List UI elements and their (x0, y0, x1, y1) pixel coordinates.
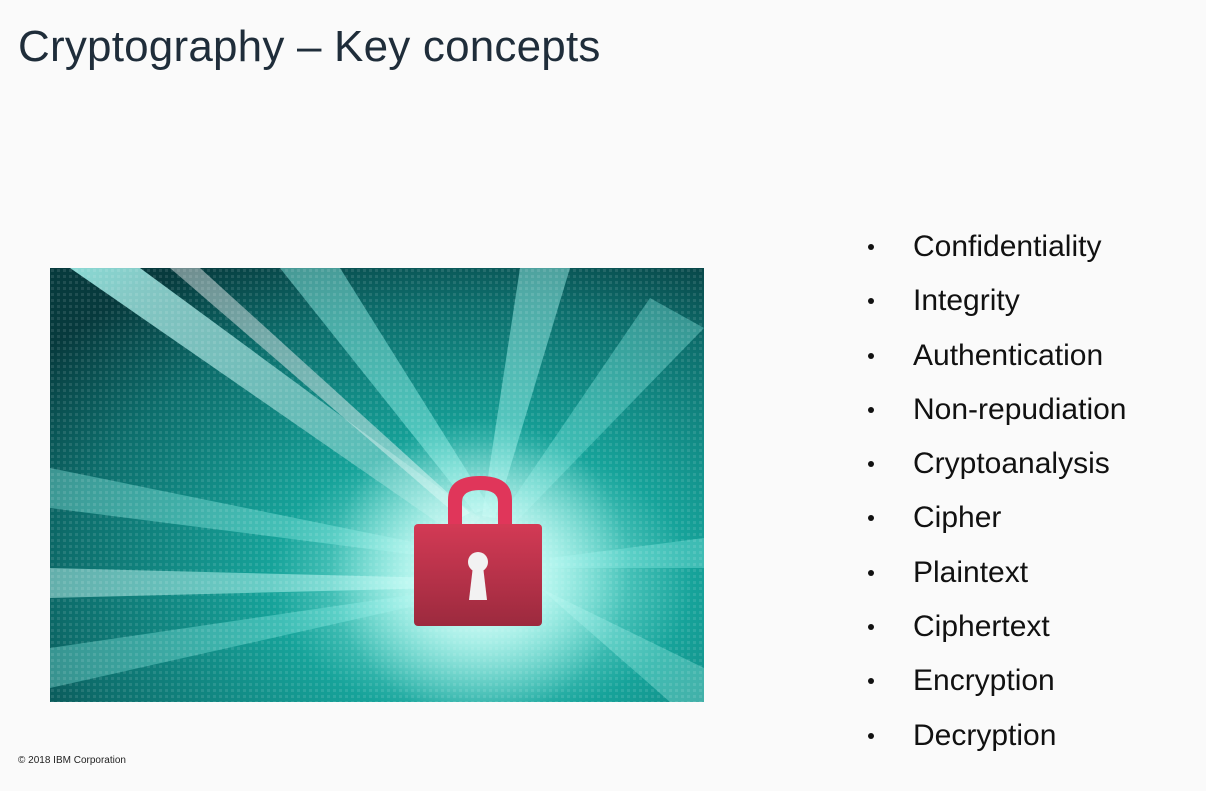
bullet-icon (868, 569, 874, 576)
bullet-icon (868, 461, 874, 468)
bullet-icon (868, 678, 874, 685)
padlock-hero-image (50, 268, 704, 702)
bullet-icon (868, 732, 874, 739)
list-item: Ciphertext (864, 604, 1126, 658)
bullet-icon (868, 624, 874, 631)
bullet-icon (868, 244, 874, 250)
list-item: Non-repudiation (864, 387, 1126, 441)
slide: Cryptography – Key concepts Confidential… (0, 0, 1206, 791)
list-item: Cryptoanalysis (864, 441, 1126, 495)
list-item: Plaintext (864, 550, 1126, 604)
bullet-icon (868, 352, 874, 359)
bullet-icon (868, 406, 874, 413)
key-concepts-list: Confidentiality Integrity Authentication… (864, 224, 1126, 767)
bullet-icon (868, 298, 874, 305)
padlock-illustration (50, 268, 704, 702)
list-item: Confidentiality (864, 224, 1126, 278)
bullet-icon (868, 515, 874, 522)
slide-title: Cryptography – Key concepts (18, 22, 601, 71)
list-item: Decryption (864, 713, 1126, 767)
copyright-notice: © 2018 IBM Corporation (18, 755, 126, 766)
list-item: Cipher (864, 495, 1126, 549)
list-item: Encryption (864, 658, 1126, 712)
list-item: Authentication (864, 333, 1126, 387)
list-item: Integrity (864, 278, 1126, 332)
